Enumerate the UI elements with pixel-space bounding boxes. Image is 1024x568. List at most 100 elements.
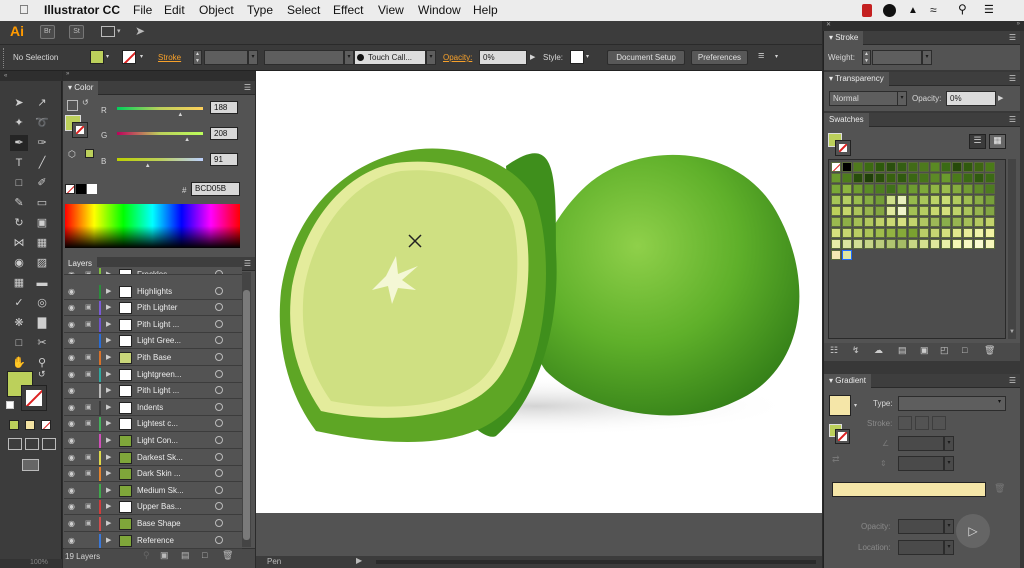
expand-arrow-icon[interactable]: ▶ <box>106 303 111 311</box>
visibility-eye-icon[interactable]: ◉ <box>68 336 75 345</box>
scrollbar-thumb[interactable] <box>243 290 250 540</box>
color-swatch[interactable] <box>930 162 940 172</box>
color-swatch[interactable] <box>908 173 918 183</box>
color-swatch[interactable] <box>985 217 995 227</box>
target-circle-icon[interactable] <box>215 353 223 361</box>
color-swatch[interactable] <box>930 173 940 183</box>
stroke-color-box[interactable] <box>21 385 47 411</box>
layer-name[interactable]: Freckles <box>137 270 167 274</box>
color-swatch[interactable] <box>930 184 940 194</box>
layer-row[interactable]: ◉ ▶ Light Gree... <box>64 333 242 350</box>
lock-icon[interactable]: ▣ <box>85 453 92 461</box>
visibility-eye-icon[interactable]: ◉ <box>68 469 75 478</box>
color-swatch[interactable] <box>941 228 951 238</box>
arrange-icon[interactable]: ≡ <box>758 50 764 62</box>
color-swatch[interactable] <box>963 195 973 205</box>
menu-help[interactable]: Help <box>473 3 498 17</box>
color-swatch[interactable] <box>842 184 852 194</box>
expand-arrow-icon[interactable]: ▶ <box>106 353 111 361</box>
color-swatch[interactable] <box>985 195 995 205</box>
draw-behind-icon[interactable] <box>25 438 39 450</box>
color-swatch[interactable] <box>908 195 918 205</box>
layer-name[interactable]: Pith Light ... <box>137 386 179 395</box>
grip-handle[interactable] <box>3 48 6 68</box>
document-setup-button[interactable]: Document Setup <box>607 50 685 65</box>
lock-icon[interactable]: ▣ <box>85 403 92 411</box>
color-swatch[interactable] <box>908 228 918 238</box>
visibility-eye-icon[interactable]: ◉ <box>68 287 75 296</box>
color-swatch[interactable] <box>985 239 995 249</box>
draw-normal-icon[interactable] <box>8 438 22 450</box>
menu-view[interactable]: View <box>378 3 404 17</box>
chevron-right-icon[interactable]: ▶ <box>530 53 535 61</box>
target-circle-icon[interactable] <box>215 369 223 378</box>
layer-name[interactable]: Pith Base <box>137 353 171 362</box>
color-swatch[interactable] <box>853 184 863 194</box>
color-swatch[interactable] <box>919 239 929 249</box>
expand-arrow-icon[interactable]: ▶ <box>106 370 111 378</box>
g-slider[interactable] <box>117 132 203 135</box>
hand-tool-icon[interactable]: ✋ <box>10 355 28 371</box>
magic-wand-tool-icon[interactable]: ✦ <box>10 115 28 131</box>
color-swatch[interactable] <box>864 239 874 249</box>
color-swatch[interactable] <box>875 184 885 194</box>
stroke-along-icon[interactable] <box>915 416 929 430</box>
color-swatch[interactable] <box>963 162 973 172</box>
symbol-sprayer-tool-icon[interactable]: ❋ <box>10 315 28 331</box>
color-swatch[interactable] <box>941 206 951 216</box>
mesh-tool-icon[interactable]: ▦ <box>10 275 28 291</box>
expand-arrow-icon[interactable]: ▶ <box>106 386 111 394</box>
stock-button[interactable]: St <box>69 25 84 39</box>
chevron-down-icon[interactable]: ▾ <box>586 53 589 60</box>
list-view-icon[interactable]: ☰ <box>969 134 986 149</box>
color-swatch[interactable] <box>875 195 885 205</box>
chevron-down-icon[interactable]: ▼ <box>1009 329 1015 335</box>
slice-tool-icon[interactable]: ✂ <box>33 335 51 351</box>
color-swatch[interactable] <box>963 217 973 227</box>
menu-window[interactable]: Window <box>418 3 461 17</box>
lock-icon[interactable]: ▣ <box>85 469 92 477</box>
r-value-field[interactable]: 188 <box>210 101 238 114</box>
chevron-down-icon[interactable]: ▾ <box>897 91 907 106</box>
lock-icon[interactable]: ▣ <box>85 502 92 510</box>
layer-row[interactable]: ◉ ▶ Highlights <box>64 283 242 300</box>
color-swatch[interactable] <box>842 217 852 227</box>
color-swatch[interactable] <box>897 239 907 249</box>
menu-app-name[interactable]: Illustrator CC <box>44 3 120 17</box>
color-swatch[interactable] <box>974 206 984 216</box>
color-swatch[interactable] <box>941 217 951 227</box>
preferences-button[interactable]: Preferences <box>691 50 748 65</box>
chevron-down-icon[interactable]: ▾ <box>117 27 121 35</box>
notification-list-icon[interactable]: ☰ <box>984 3 994 16</box>
web-safe-color-swatch[interactable] <box>85 149 94 158</box>
new-layer-icon[interactable]: □ <box>202 550 207 560</box>
color-swatch[interactable] <box>875 206 885 216</box>
color-swatch[interactable] <box>853 239 863 249</box>
layer-name[interactable]: Darkest Sk... <box>137 453 183 462</box>
layer-name[interactable]: Pith Lighter <box>137 303 177 312</box>
lock-icon[interactable]: ▣ <box>85 353 92 361</box>
blend-tool-icon[interactable]: ◎ <box>33 295 51 311</box>
color-swatch[interactable] <box>897 217 907 227</box>
color-swatch[interactable] <box>952 184 962 194</box>
color-mode-icon[interactable] <box>9 420 19 430</box>
color-swatch[interactable] <box>974 184 984 194</box>
color-swatch[interactable] <box>853 162 863 172</box>
color-swatch[interactable] <box>985 184 995 194</box>
visibility-eye-icon[interactable]: ◉ <box>68 436 75 445</box>
expand-arrow-icon[interactable]: ▶ <box>106 270 111 274</box>
color-swatch[interactable] <box>952 217 962 227</box>
expand-arrow-icon[interactable]: ▶ <box>106 320 111 328</box>
color-swatch[interactable] <box>974 162 984 172</box>
gradient-slider[interactable] <box>832 482 986 497</box>
target-circle-icon[interactable] <box>215 485 223 494</box>
default-fill-stroke-icon[interactable] <box>67 100 78 111</box>
horizontal-scrollbar[interactable] <box>376 560 816 564</box>
collapse-arrows-icon[interactable]: « <box>0 71 62 81</box>
tab-color[interactable]: ▾ Color <box>63 81 99 95</box>
color-swatch[interactable] <box>952 239 962 249</box>
new-color-group-icon[interactable]: ◰ <box>940 345 949 356</box>
color-swatch[interactable] <box>930 206 940 216</box>
color-swatch[interactable] <box>864 228 874 238</box>
chevron-down-icon[interactable]: ▾ <box>426 50 436 65</box>
